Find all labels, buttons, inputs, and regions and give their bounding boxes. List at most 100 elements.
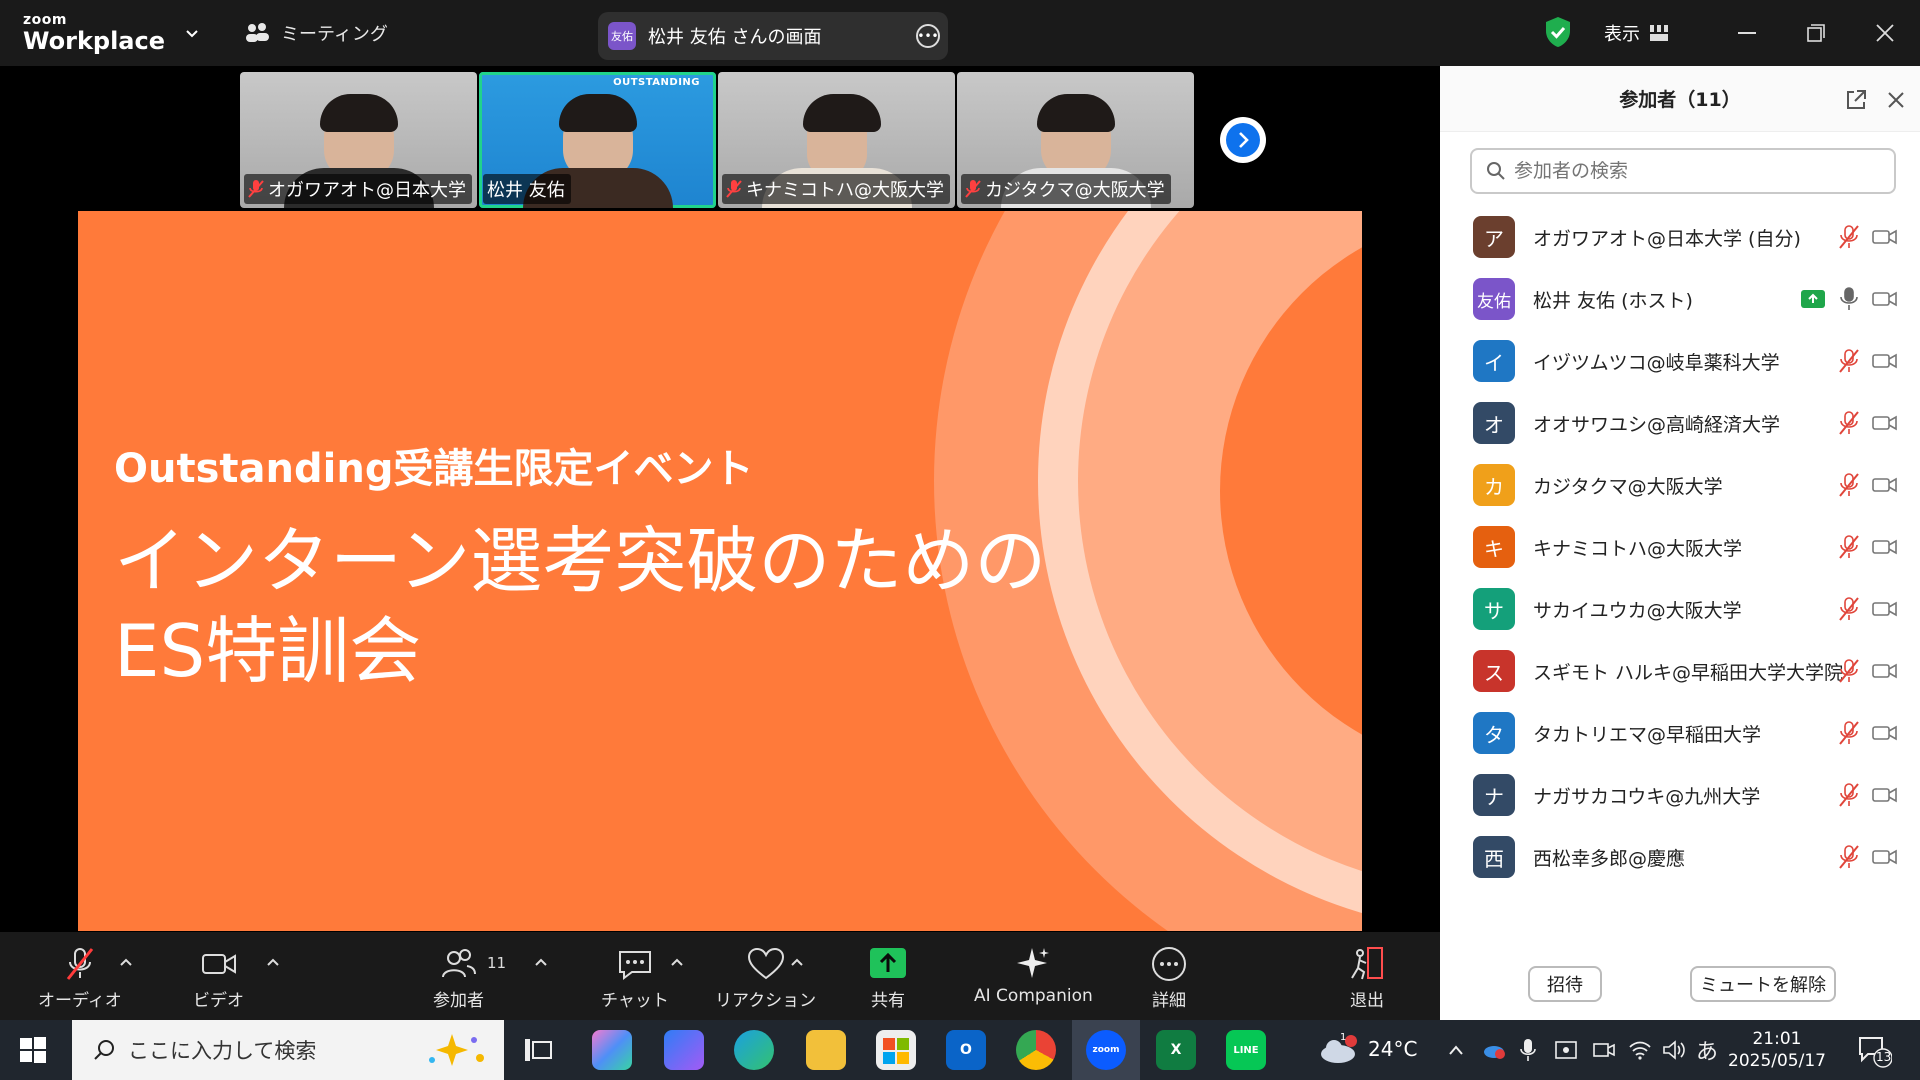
copilot-app-icon[interactable] — [592, 1030, 632, 1070]
participant-search[interactable] — [1470, 148, 1896, 194]
mic-muted-icon[interactable] — [1837, 844, 1861, 870]
mic-muted-icon[interactable] — [1837, 224, 1861, 250]
restore-button[interactable] — [1799, 16, 1833, 50]
wifi-icon[interactable] — [1628, 1038, 1652, 1062]
video-tile[interactable]: カジタクマ@大阪大学 — [957, 72, 1194, 208]
chrome-app-icon[interactable] — [1016, 1030, 1056, 1070]
mic-muted-icon[interactable] — [1837, 782, 1861, 808]
participant-row[interactable]: ススギモト ハルキ@早稲田大学大学院 — [1440, 640, 1920, 702]
mic-muted-icon[interactable] — [1837, 534, 1861, 560]
participant-row[interactable]: 西西松幸多郎@慶應 — [1440, 826, 1920, 888]
microsoft-store-app-icon[interactable] — [876, 1030, 916, 1070]
clock-time: 21:01 — [1752, 1029, 1802, 1049]
mic-icon[interactable] — [1837, 286, 1861, 312]
unmute-all-button[interactable]: ミュートを解除 — [1690, 966, 1836, 1002]
more-button[interactable]: 詳細 — [1150, 946, 1188, 1011]
share-button[interactable]: 共有 — [869, 946, 907, 1011]
taskbar-clock[interactable]: 21:01 2025/05/17 — [1728, 1028, 1826, 1072]
participant-row[interactable]: ササカイユウカ@大阪大学 — [1440, 578, 1920, 640]
view-button[interactable]: 表示 — [1604, 20, 1668, 46]
video-off-icon[interactable] — [1872, 537, 1898, 557]
mic-muted-icon[interactable] — [1837, 720, 1861, 746]
line-app-icon[interactable]: LINE — [1226, 1030, 1266, 1070]
weather-widget[interactable]: 24°C — [1318, 1034, 1417, 1064]
participant-row[interactable]: アオガワアオト@日本大学 (自分) — [1440, 206, 1920, 268]
bing-app-icon[interactable] — [664, 1030, 704, 1070]
chevron-up-icon[interactable] — [265, 954, 281, 970]
chevron-up-icon[interactable] — [118, 954, 134, 970]
video-off-icon[interactable] — [1872, 227, 1898, 247]
screen-share-banner[interactable]: 友佑 松井 友佑 さんの画面 ••• — [598, 12, 948, 60]
volume-icon[interactable] — [1662, 1038, 1688, 1062]
windows-start-icon[interactable] — [18, 1035, 48, 1065]
file-explorer-app-icon[interactable] — [806, 1030, 846, 1070]
participant-row[interactable]: イイヅツムツコ@岐阜薬科大学 — [1440, 330, 1920, 392]
meeting-menu[interactable]: ミーティング — [245, 20, 388, 46]
video-off-icon[interactable] — [1872, 351, 1898, 371]
taskbar-search[interactable]: ここに入力して検索 — [72, 1020, 504, 1080]
minimize-button[interactable] — [1730, 16, 1764, 50]
encryption-shield-icon[interactable] — [1544, 16, 1572, 48]
video-off-icon[interactable] — [1872, 847, 1898, 867]
camera-tray-icon[interactable] — [1592, 1038, 1616, 1062]
chevron-up-icon[interactable] — [669, 954, 685, 970]
participant-avatar: イ — [1473, 340, 1515, 382]
more-options-icon[interactable]: ••• — [916, 24, 940, 48]
windows-taskbar: ここに入力して検索 O zoom X LINE 24°C 1 あ 21:01 2… — [0, 1020, 1920, 1080]
leave-button[interactable]: 退出 — [1348, 946, 1386, 1011]
screen-capture-tray-icon[interactable] — [1554, 1038, 1578, 1062]
video-off-icon[interactable] — [1872, 599, 1898, 619]
video-tile-active-speaker[interactable]: OUTSTANDING 松井 友佑 — [479, 72, 716, 208]
zoom-logo[interactable]: zoom Workplace — [23, 13, 165, 53]
mic-muted-icon[interactable] — [1837, 596, 1861, 622]
close-window-button[interactable] — [1868, 16, 1902, 50]
pop-out-icon[interactable] — [1844, 88, 1868, 112]
excel-app-icon[interactable]: X — [1156, 1030, 1196, 1070]
participants-button[interactable]: 参加者 — [433, 946, 484, 1011]
video-tile[interactable]: オガワアオト@日本大学 — [240, 72, 477, 208]
video-off-icon[interactable] — [1872, 785, 1898, 805]
mic-muted-icon[interactable] — [1837, 472, 1861, 498]
chevron-up-icon[interactable] — [533, 954, 549, 970]
video-off-icon[interactable] — [1872, 723, 1898, 743]
participant-row[interactable]: ナナガサカコウキ@九州大学 — [1440, 764, 1920, 826]
microphone-tray-icon[interactable] — [1520, 1038, 1536, 1062]
chevron-up-icon[interactable] — [1448, 1044, 1464, 1056]
participant-name: タカトリエマ@早稲田大学 — [1533, 723, 1762, 746]
panel-title: 参加者（11） — [1619, 89, 1741, 111]
onedrive-icon[interactable] — [1482, 1040, 1506, 1060]
participant-name: スギモト ハルキ@早稲田大学大学院 — [1533, 661, 1844, 684]
outlook-app-icon[interactable]: O — [946, 1030, 986, 1070]
participant-row[interactable]: オオオサワユシ@高崎経済大学 — [1440, 392, 1920, 454]
invite-button[interactable]: 招待 — [1528, 966, 1602, 1002]
participant-row[interactable]: カカジタクマ@大阪大学 — [1440, 454, 1920, 516]
participant-row[interactable]: タタカトリエマ@早稲田大学 — [1440, 702, 1920, 764]
mic-muted-icon[interactable] — [1837, 410, 1861, 436]
chevron-down-icon[interactable] — [182, 24, 202, 44]
video-off-icon[interactable] — [1872, 661, 1898, 681]
ai-companion-button[interactable]: AI Companion — [974, 946, 1093, 1006]
search-input[interactable] — [1514, 160, 1874, 182]
ime-indicator[interactable]: あ — [1696, 1034, 1718, 1066]
notification-center-button[interactable]: 13 — [1856, 1032, 1893, 1068]
video-off-icon[interactable] — [1872, 475, 1898, 495]
chat-button[interactable]: チャット — [601, 946, 669, 1011]
mic-muted-icon[interactable] — [1837, 348, 1861, 374]
close-icon[interactable] — [1884, 88, 1908, 112]
mic-muted-icon[interactable] — [1837, 658, 1861, 684]
edge-app-icon[interactable] — [734, 1030, 774, 1070]
screen-share-label: 松井 友佑 さんの画面 — [648, 27, 822, 48]
audio-button[interactable]: オーディオ — [38, 946, 122, 1011]
audio-label: オーディオ — [38, 991, 122, 1011]
task-view-icon[interactable] — [524, 1038, 552, 1062]
next-videos-button[interactable] — [1220, 117, 1266, 163]
participant-row[interactable]: 友佑 松井 友佑 (ホスト) — [1440, 268, 1920, 330]
video-off-icon[interactable] — [1872, 289, 1898, 309]
chevron-up-icon[interactable] — [789, 954, 805, 970]
video-button[interactable]: ビデオ — [193, 946, 244, 1011]
zoom-app-icon[interactable]: zoom — [1086, 1030, 1126, 1070]
video-off-icon[interactable] — [1872, 413, 1898, 433]
participant-row[interactable]: キキナミコトハ@大阪大学 — [1440, 516, 1920, 578]
video-label: ビデオ — [193, 991, 244, 1011]
video-tile[interactable]: キナミコトハ@大阪大学 — [718, 72, 955, 208]
